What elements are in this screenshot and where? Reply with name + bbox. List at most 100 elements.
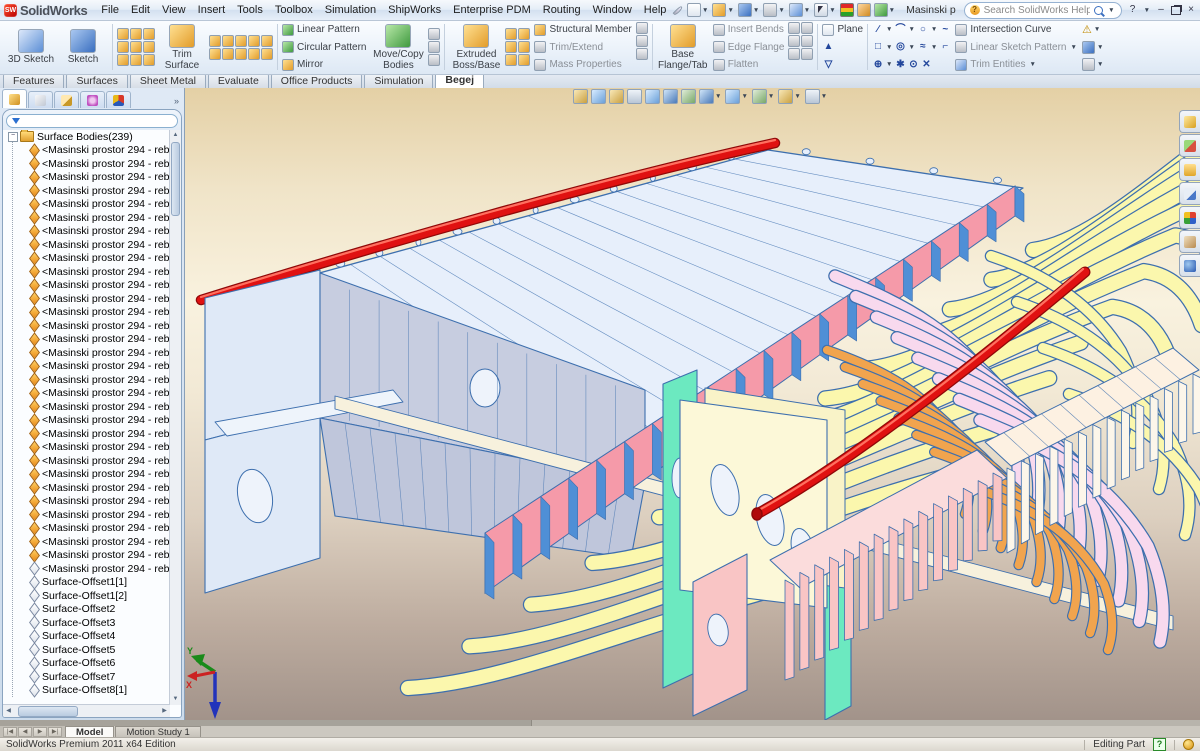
scroll-left-icon[interactable]: ◀ — [3, 706, 14, 717]
view-orientation-button[interactable]: ▼ — [699, 89, 722, 104]
tree-vertical-scrollbar[interactable]: ▲ ▼ — [169, 130, 181, 705]
linear-sketch-pattern-button[interactable]: Linear Sketch Pattern▼ — [955, 40, 1078, 55]
print-button[interactable]: ▼ — [762, 2, 786, 18]
tab-evaluate[interactable]: Evaluate — [208, 73, 269, 88]
apply-scene-button[interactable]: ▼ — [805, 89, 828, 104]
tab-simulation[interactable]: Simulation — [364, 73, 433, 88]
search-box[interactable]: ? Search SolidWorks Help ▼ — [964, 2, 1122, 19]
menu-toolbox[interactable]: Toolbox — [269, 2, 319, 18]
tool-icon[interactable] — [261, 35, 273, 47]
tree-item[interactable]: Surface-Offset8[1] — [3, 684, 170, 698]
rapid-sketch-icon[interactable] — [1082, 58, 1095, 71]
structural-member-button[interactable]: Structural Member — [534, 22, 631, 37]
insert-bends-button[interactable]: Insert Bends — [713, 22, 785, 37]
tree-item[interactable]: <Masinski prostor 294 - rebra i p — [3, 144, 170, 158]
tree-item[interactable]: <Masinski prostor 294 - rebra i p — [3, 400, 170, 414]
tool-icon[interactable] — [143, 28, 155, 40]
tree-item[interactable]: <Masinski prostor 294 - rebra i p — [3, 414, 170, 428]
tree-item[interactable]: <Masinski prostor 294 - rebra i p — [3, 292, 170, 306]
tool-icon[interactable] — [801, 48, 813, 60]
dropdown-arrow-icon[interactable]: ▼ — [768, 93, 774, 100]
tool-icon[interactable] — [788, 22, 800, 34]
tree-item[interactable]: Surface-Offset1[2] — [3, 589, 170, 603]
line-tool-icon[interactable]: ∕ — [872, 24, 884, 36]
tree-item[interactable]: <Masinski prostor 294 - rebra i p — [3, 252, 170, 266]
tree-item[interactable]: <Masinski prostor 294 - rebra i p — [3, 549, 170, 563]
flatten-button[interactable]: Flatten — [713, 57, 785, 72]
tool-icon[interactable] — [235, 48, 247, 60]
tool-icon[interactable] — [117, 41, 129, 53]
view-settings-button[interactable]: ▼ — [873, 2, 897, 18]
tab-office-products[interactable]: Office Products — [271, 73, 363, 88]
tree-item[interactable]: Surface-Offset5 — [3, 643, 170, 657]
tree-item[interactable]: Surface-Offset2 — [3, 603, 170, 617]
tree-item[interactable]: Surface-Offset7 — [3, 670, 170, 684]
trim-extend-button[interactable]: Trim/Extend — [534, 40, 631, 55]
propertymanager-tab[interactable] — [28, 91, 53, 108]
tree-item[interactable]: <Masinski prostor 294 - rebra i p — [3, 225, 170, 239]
intersection-curve-button[interactable]: Intersection Curve — [955, 22, 1078, 37]
tool-icon[interactable] — [261, 48, 273, 60]
rotate-view-button[interactable] — [663, 89, 678, 104]
spline-tool-icon[interactable]: ~ — [939, 24, 951, 36]
first-tab-button[interactable]: |◀ — [3, 727, 17, 737]
tool-icon[interactable] — [248, 35, 260, 47]
search-icon[interactable] — [1094, 6, 1103, 15]
menu-edit[interactable]: Edit — [125, 2, 156, 18]
tree-item[interactable]: <Masinski prostor 294 - rebra i p — [3, 211, 170, 225]
circular-pattern-button[interactable]: Circular Pattern — [282, 40, 366, 55]
menu-shipworks[interactable]: ShipWorks — [382, 2, 447, 18]
pyramid-icon[interactable]: ▲ — [822, 41, 834, 53]
base-flange-tab-button[interactable]: Base Flange/Tab — [657, 23, 709, 71]
tag-icon[interactable] — [1183, 739, 1194, 750]
tool-icon[interactable] — [518, 41, 530, 53]
tree-item[interactable]: <Masinski prostor 294 - rebra i p — [3, 157, 170, 171]
trim-entities-button[interactable]: Trim Entities▼ — [955, 57, 1078, 72]
tool-icon[interactable] — [636, 48, 648, 60]
options-button[interactable] — [856, 2, 872, 18]
tool-icon[interactable] — [788, 48, 800, 60]
tab-model[interactable]: Model — [65, 726, 114, 737]
dropdown-arrow-icon[interactable]: ▼ — [741, 93, 747, 100]
tree-item[interactable]: <Masinski prostor 294 - rebra i p — [3, 279, 170, 293]
display-style-button[interactable]: ▼ — [725, 89, 748, 104]
tool-icon[interactable] — [801, 22, 813, 34]
design-library-tab[interactable] — [1179, 134, 1200, 157]
tool-icon[interactable] — [788, 35, 800, 47]
select-button[interactable]: ▼ — [813, 2, 837, 18]
tab-surfaces[interactable]: Surfaces — [66, 73, 127, 88]
next-tab-button[interactable]: ▶ — [33, 727, 47, 737]
zoom-to-area-button[interactable] — [591, 89, 606, 104]
tree-root-item[interactable]: −Surface Bodies(239) — [3, 130, 170, 144]
move-copy-bodies-button[interactable]: Move/Copy Bodies — [370, 23, 426, 71]
tree-item[interactable]: <Masinski prostor 294 - rebra i p — [3, 427, 170, 441]
arc-tool-icon[interactable]: ⌒ — [894, 24, 906, 36]
minimize-button[interactable]: – — [1156, 4, 1166, 16]
tab-motion-study-1[interactable]: Motion Study 1 — [115, 726, 200, 737]
tool-icon[interactable] — [505, 41, 517, 53]
last-tab-button[interactable]: ▶| — [48, 727, 62, 737]
quick-tips-icon[interactable]: ? — [1153, 738, 1166, 751]
horizontal-scroll-thumb[interactable] — [18, 706, 78, 717]
tool-icon[interactable] — [801, 35, 813, 47]
new-document-button[interactable]: ▼ — [686, 2, 710, 18]
restore-button[interactable] — [1171, 6, 1181, 15]
tree-item[interactable]: <Masinski prostor 294 - rebra i p — [3, 468, 170, 482]
tree-item[interactable]: <Masinski prostor 294 - rebra i p — [3, 238, 170, 252]
search-results-tab[interactable] — [1179, 182, 1200, 205]
fillet-tool-icon[interactable]: ⌐ — [939, 41, 951, 53]
tool-icon[interactable] — [130, 41, 142, 53]
help-button[interactable]: ? — [1128, 4, 1138, 16]
open-button[interactable]: ▼ — [711, 2, 735, 18]
edit-appearance-button[interactable]: ▼ — [778, 89, 801, 104]
help-dropdown-arrow-icon[interactable]: ▼ — [1144, 7, 1150, 14]
tree-horizontal-scrollbar[interactable]: ◀ ▶ — [3, 704, 170, 717]
tool-icon[interactable] — [518, 28, 530, 40]
tree-item[interactable]: <Masinski prostor 294 - rebra i p — [3, 387, 170, 401]
dimxpert-tab[interactable] — [80, 91, 105, 108]
mirror-button[interactable]: Mirror — [282, 57, 366, 72]
custom-properties-tab[interactable] — [1179, 230, 1200, 253]
tree-item[interactable]: <Masinski prostor 294 - rebra i p — [3, 508, 170, 522]
tree-item[interactable]: <Masinski prostor 294 - rebra i p — [3, 333, 170, 347]
menu-routing[interactable]: Routing — [537, 2, 587, 18]
